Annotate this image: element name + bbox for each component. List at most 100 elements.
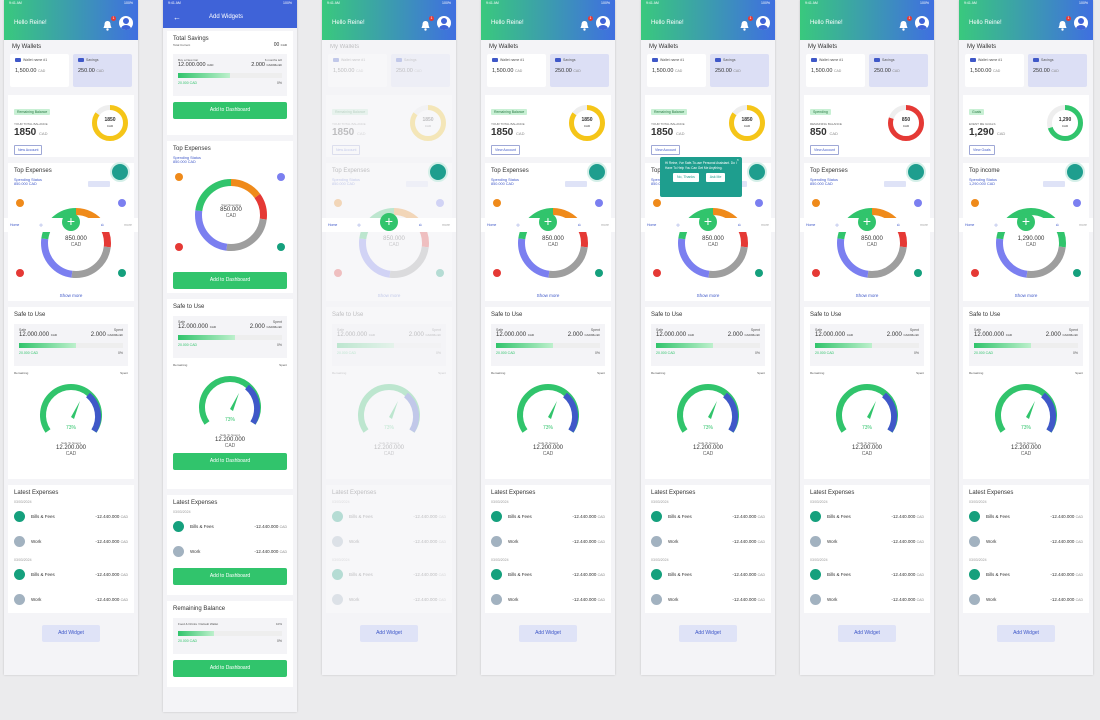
wallet-card[interactable]: Wallet name #1 1,500.00 CAD bbox=[10, 54, 69, 87]
wallet-card[interactable]: Savings 250.00 CAD bbox=[1028, 54, 1087, 87]
nav-wallet-icon[interactable]: ◎ bbox=[516, 223, 519, 227]
filter-chip[interactable] bbox=[884, 181, 906, 187]
balance-action-button[interactable]: New Account bbox=[14, 145, 43, 155]
nav-balance-icon[interactable]: ⚖ bbox=[897, 223, 900, 227]
add-to-dashboard-button[interactable]: Add to Dashboard bbox=[173, 102, 287, 119]
filter-chip[interactable] bbox=[565, 181, 587, 187]
nav-wallet-icon[interactable]: ◎ bbox=[676, 223, 679, 227]
avatar[interactable] bbox=[119, 16, 133, 30]
wallet-card[interactable]: Wallet name #1 1,500.00 CAD bbox=[487, 54, 546, 87]
back-arrow-icon[interactable]: ← bbox=[173, 13, 181, 22]
expense-row[interactable]: Work -12.440.000 CAD bbox=[969, 587, 1083, 612]
add-to-dashboard-button[interactable]: Add to Dashboard bbox=[173, 568, 287, 585]
nav-balance-icon[interactable]: ⚖ bbox=[738, 223, 741, 227]
assistant-bubble[interactable] bbox=[747, 162, 767, 182]
close-icon[interactable]: × bbox=[737, 157, 739, 163]
expense-row[interactable]: Bills & Fees -12.440.000 CAD bbox=[810, 562, 924, 587]
expense-row[interactable]: Work -12.440.000 CAD bbox=[810, 529, 924, 554]
expense-row[interactable]: Work -12.440.000 CAD bbox=[332, 529, 446, 554]
assistant-bubble[interactable] bbox=[1065, 162, 1085, 182]
show-more-link[interactable]: Show more bbox=[963, 293, 1089, 298]
show-more-link[interactable]: Show more bbox=[645, 293, 771, 298]
expense-row[interactable]: Bills & Fees -12.440.000 CAD bbox=[491, 562, 605, 587]
nav-wallet-icon[interactable]: ◎ bbox=[835, 223, 838, 227]
balance-action-button[interactable]: View Account bbox=[491, 145, 520, 155]
filter-chip[interactable] bbox=[1043, 181, 1065, 187]
show-more-link[interactable]: Show more bbox=[804, 293, 930, 298]
nav-more[interactable]: more bbox=[920, 223, 928, 227]
nav-wallet-icon[interactable]: ◎ bbox=[357, 223, 360, 227]
avatar[interactable] bbox=[1074, 16, 1088, 30]
assistant-bubble[interactable] bbox=[587, 162, 607, 182]
wallet-card[interactable]: Savings 250.00 CAD bbox=[391, 54, 450, 87]
add-fab-button[interactable]: + bbox=[539, 213, 557, 231]
expense-row[interactable]: Bills & Fees -12.440.000 CAD bbox=[969, 504, 1083, 529]
add-fab-button[interactable]: + bbox=[858, 213, 876, 231]
show-more-link[interactable]: Show more bbox=[326, 293, 452, 298]
nav-more[interactable]: more bbox=[601, 223, 609, 227]
wallet-card[interactable]: Savings 250.00 CAD bbox=[869, 54, 928, 87]
add-widget-button[interactable]: Add Widget bbox=[519, 625, 577, 642]
nav-home[interactable]: Home bbox=[965, 223, 974, 227]
nav-home[interactable]: Home bbox=[647, 223, 656, 227]
wallet-card[interactable]: Wallet name #1 1,500.00 CAD bbox=[965, 54, 1024, 87]
expense-row[interactable]: Work -12.440.000 CAD bbox=[491, 587, 605, 612]
bell-icon[interactable]: 1 bbox=[579, 15, 593, 31]
assistant-bubble[interactable] bbox=[428, 162, 448, 182]
expense-row[interactable]: Work -12.440.000 CAD bbox=[14, 587, 128, 612]
wallet-card[interactable]: Savings 250.00 CAD bbox=[550, 54, 609, 87]
bell-icon[interactable]: 1 bbox=[898, 15, 912, 31]
expense-row[interactable]: Work -12.440.000 CAD bbox=[491, 529, 605, 554]
expense-row[interactable]: Bills & Fees -12.440.000 CAD bbox=[332, 562, 446, 587]
assistant-bubble[interactable] bbox=[906, 162, 926, 182]
expense-row[interactable]: Bills & Fees -12.440.000 CAD bbox=[810, 504, 924, 529]
wallet-card[interactable]: Wallet name #1 1,500.00 CAD bbox=[328, 54, 387, 87]
expense-row[interactable]: Bills & Fees -12.440.000 CAD bbox=[332, 504, 446, 529]
add-fab-button[interactable]: + bbox=[1017, 213, 1035, 231]
expense-row[interactable]: Work -12.440.000 CAD bbox=[14, 529, 128, 554]
nav-home[interactable]: Home bbox=[10, 223, 19, 227]
add-fab-button[interactable]: + bbox=[699, 213, 717, 231]
nav-home[interactable]: Home bbox=[328, 223, 337, 227]
nav-home[interactable]: Home bbox=[487, 223, 496, 227]
nav-more[interactable]: more bbox=[1079, 223, 1087, 227]
expense-row[interactable]: Work -12.440.000 CAD bbox=[651, 587, 765, 612]
balance-action-button[interactable]: View Account bbox=[810, 145, 839, 155]
bell-icon[interactable]: 1 bbox=[102, 15, 116, 31]
nav-wallet-icon[interactable]: ◎ bbox=[39, 223, 42, 227]
expense-row[interactable]: Work -12.440.000 CAD bbox=[332, 587, 446, 612]
expense-row[interactable]: Work -12.440.000 CAD bbox=[810, 587, 924, 612]
nav-balance-icon[interactable]: ⚖ bbox=[1056, 223, 1059, 227]
wallet-card[interactable]: Savings 250.00 CAD bbox=[73, 54, 132, 87]
bell-icon[interactable]: 1 bbox=[1057, 15, 1071, 31]
wallet-card[interactable]: Savings 250.00 CAD bbox=[710, 54, 769, 87]
nav-more[interactable]: more bbox=[442, 223, 450, 227]
nav-balance-icon[interactable]: ⚖ bbox=[578, 223, 581, 227]
add-widget-button[interactable]: Add Widget bbox=[997, 625, 1055, 642]
assistant-bubble[interactable] bbox=[110, 162, 130, 182]
expense-row[interactable]: Bills & Fees -12.440.000 CAD bbox=[491, 504, 605, 529]
nav-more[interactable]: more bbox=[761, 223, 769, 227]
wallet-card[interactable]: Wallet name #1 1,500.00 CAD bbox=[806, 54, 865, 87]
add-widget-button[interactable]: Add Widget bbox=[679, 625, 737, 642]
nav-home[interactable]: Home bbox=[806, 223, 815, 227]
expense-row[interactable]: Bills & Fees -12.440.000 CAD bbox=[14, 504, 128, 529]
avatar[interactable] bbox=[756, 16, 770, 30]
filter-chip[interactable] bbox=[406, 181, 428, 187]
balance-action-button[interactable]: New Account bbox=[332, 145, 361, 155]
nav-more[interactable]: more bbox=[124, 223, 132, 227]
filter-chip[interactable] bbox=[88, 181, 110, 187]
popup-ok-button[interactable]: Ask Me bbox=[705, 173, 726, 182]
nav-balance-icon[interactable]: ⚖ bbox=[419, 223, 422, 227]
add-to-dashboard-button[interactable]: Add to Dashboard bbox=[173, 272, 287, 289]
balance-action-button[interactable]: View Account bbox=[651, 145, 680, 155]
balance-action-button[interactable]: View Goals bbox=[969, 145, 995, 155]
avatar[interactable] bbox=[437, 16, 451, 30]
bell-icon[interactable]: 1 bbox=[739, 15, 753, 31]
nav-balance-icon[interactable]: ⚖ bbox=[101, 223, 104, 227]
show-more-link[interactable]: Show more bbox=[8, 293, 134, 298]
expense-row[interactable]: Work -12.440.000 CAD bbox=[969, 529, 1083, 554]
popup-no-button[interactable]: No, Thanks bbox=[673, 173, 699, 182]
expense-row[interactable]: Bills & Fees -12.440.000 CAD bbox=[651, 504, 765, 529]
bell-icon[interactable]: 1 bbox=[420, 15, 434, 31]
